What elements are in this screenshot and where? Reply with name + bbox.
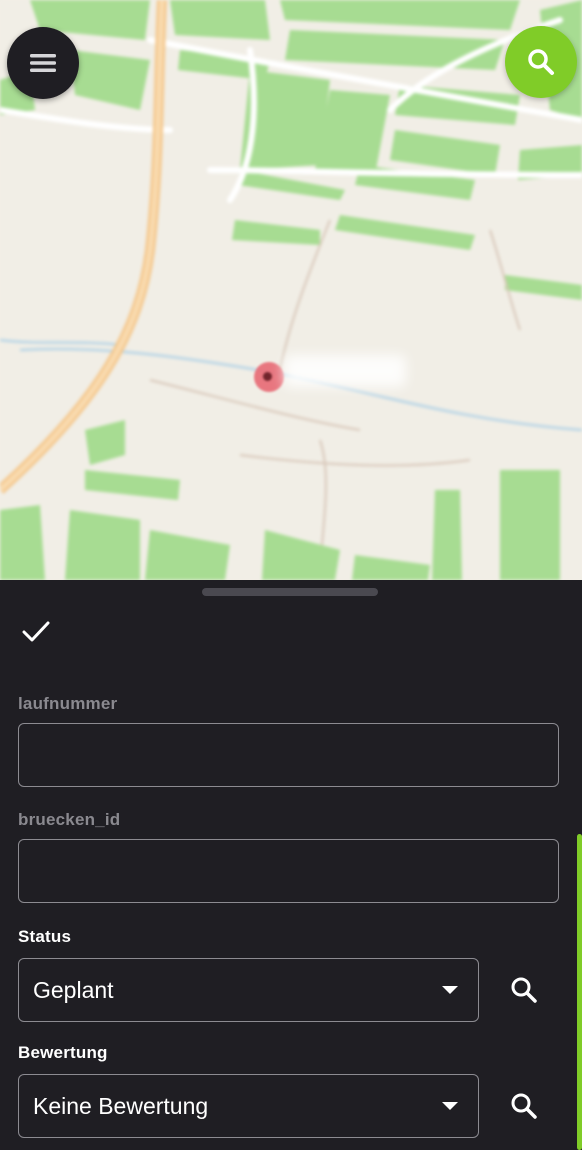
bruecken-id-input[interactable] bbox=[18, 839, 559, 903]
status-selected-value: Geplant bbox=[33, 976, 114, 1003]
laufnummer-input[interactable] bbox=[18, 723, 559, 787]
bewertung-select[interactable]: Keine Bewertung bbox=[18, 1074, 479, 1138]
laufnummer-label: laufnummer bbox=[18, 694, 118, 713]
check-icon bbox=[22, 621, 50, 642]
map-view[interactable] bbox=[0, 0, 582, 580]
location-marker-icon[interactable] bbox=[254, 362, 284, 392]
bewertung-selected-value: Keine Bewertung bbox=[33, 1092, 209, 1119]
menu-button[interactable] bbox=[7, 27, 79, 99]
sheet-scrollbar[interactable] bbox=[577, 834, 582, 1150]
hamburger-menu-icon bbox=[30, 54, 56, 72]
sheet-drag-handle[interactable] bbox=[202, 588, 378, 596]
search-icon bbox=[511, 1093, 537, 1119]
bruecken-id-label: bruecken_id bbox=[18, 810, 121, 829]
confirm-button[interactable] bbox=[18, 614, 54, 650]
bewertung-label: Bewertung bbox=[18, 1043, 108, 1062]
status-select[interactable]: Geplant bbox=[18, 958, 479, 1022]
map-search-button[interactable] bbox=[505, 26, 577, 98]
search-icon bbox=[528, 49, 554, 75]
search-icon bbox=[511, 977, 537, 1003]
feature-form-sheet: laufnummer bruecken_id Status Geplant Be… bbox=[0, 580, 582, 1150]
map-background bbox=[0, 0, 582, 580]
status-search-button[interactable] bbox=[500, 966, 548, 1014]
chevron-down-icon bbox=[442, 986, 458, 994]
marker-label bbox=[284, 355, 406, 387]
bewertung-search-button[interactable] bbox=[500, 1082, 548, 1130]
status-label: Status bbox=[18, 927, 72, 946]
chevron-down-icon bbox=[442, 1102, 458, 1110]
